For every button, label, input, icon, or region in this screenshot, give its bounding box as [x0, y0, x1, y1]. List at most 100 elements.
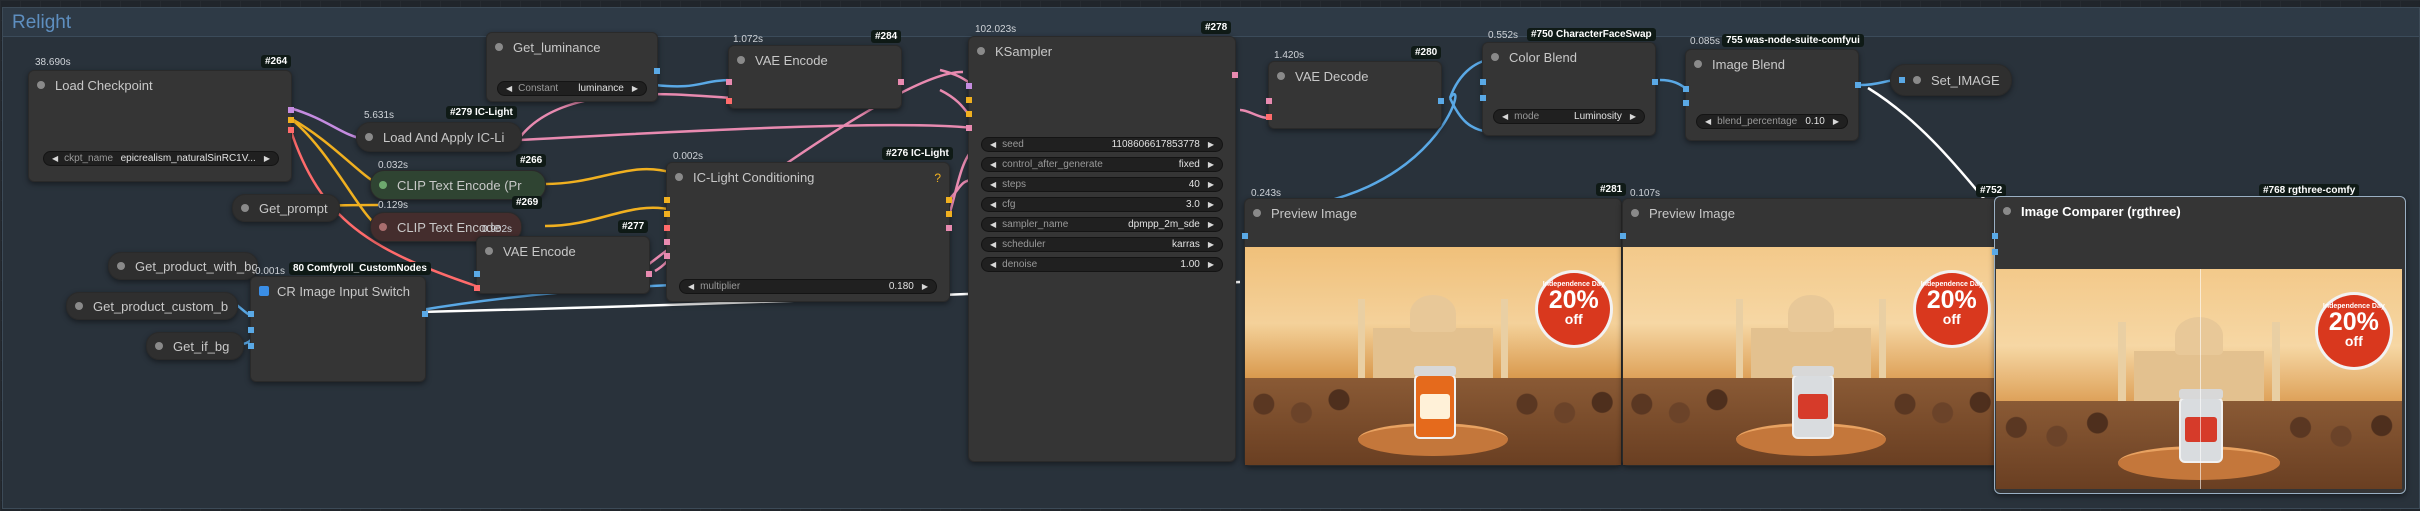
collapse-dot-icon[interactable]	[495, 43, 503, 51]
node-get-product-custom-b[interactable]: Get_product_custom_b	[66, 292, 238, 320]
arrow-left-icon[interactable]: ◀	[990, 180, 996, 189]
node-load-apply-iclight[interactable]: Load And Apply IC-Li	[356, 122, 522, 152]
collapse-dot-icon[interactable]	[1694, 60, 1702, 68]
input-port-vae[interactable]	[664, 225, 670, 231]
input-port-latent[interactable]	[966, 125, 972, 131]
output-port-negative[interactable]	[946, 211, 952, 217]
comparer-image[interactable]: Independence Day 20% off	[1996, 269, 2402, 489]
collapse-dot-icon[interactable]	[155, 342, 163, 350]
input-port-vae[interactable]	[474, 285, 480, 291]
input-port-image-a[interactable]	[1992, 233, 1998, 239]
arrow-left-icon[interactable]: ◀	[990, 220, 996, 229]
output-port-image[interactable]	[1855, 82, 1861, 88]
input-port-background[interactable]	[664, 253, 670, 259]
node-header[interactable]: VAE Encode	[477, 237, 649, 265]
collapse-dot-icon[interactable]	[379, 223, 387, 231]
input-port-image2[interactable]	[1683, 100, 1689, 106]
node-header[interactable]: Get_luminance	[487, 33, 657, 61]
checkbox-icon[interactable]	[259, 286, 269, 296]
collapse-dot-icon[interactable]	[379, 181, 387, 189]
arrow-left-icon[interactable]: ◀	[688, 282, 694, 291]
node-iclight-conditioning[interactable]: IC-Light Conditioning ? ◀ multiplier 0.180…	[664, 162, 952, 302]
input-port-model[interactable]	[966, 83, 972, 89]
arrow-right-icon[interactable]: ▶	[1208, 260, 1214, 269]
arrow-left-icon[interactable]: ◀	[990, 160, 996, 169]
arrow-right-icon[interactable]: ▶	[1208, 200, 1214, 209]
node-header[interactable]: Preview Image	[1245, 199, 1621, 227]
node-preview-image-1[interactable]: Preview Image Independence Day 20% off	[1242, 198, 1622, 466]
node-header[interactable]: Image Blend	[1686, 50, 1858, 78]
widget-multiplier[interactable]: ◀ multiplier 0.180 ▶	[679, 279, 937, 294]
node-cr-image-input-switch[interactable]: CR Image Input Switch	[248, 276, 428, 382]
arrow-right-icon[interactable]: ▶	[1208, 240, 1214, 249]
node-get-if-bg[interactable]: Get_if_bg	[146, 332, 244, 360]
arrow-left-icon[interactable]: ◀	[990, 200, 996, 209]
collapse-dot-icon[interactable]	[75, 302, 83, 310]
arrow-left-icon[interactable]: ◀	[1502, 112, 1508, 121]
widget-ckpt-name[interactable]: ◀ ckpt_name epicrealism_naturalSinRC1V... ▶	[43, 151, 279, 166]
output-port-vae[interactable]	[288, 127, 294, 133]
collapse-dot-icon[interactable]	[37, 81, 45, 89]
input-port-positive[interactable]	[664, 197, 670, 203]
input-port-images[interactable]	[1620, 233, 1626, 239]
collapse-dot-icon[interactable]	[675, 173, 683, 181]
output-port-latent[interactable]	[898, 79, 904, 85]
help-icon[interactable]: ?	[934, 171, 941, 185]
node-preview-image-2[interactable]: Preview Image Independence Day 20% off	[1620, 198, 2000, 466]
collapse-dot-icon[interactable]	[1277, 72, 1285, 80]
node-header[interactable]: VAE Encode	[729, 46, 901, 74]
widget-mode[interactable]: ◀ mode Luminosity ▶	[1493, 109, 1645, 124]
node-header[interactable]: Image Comparer (rgthree)	[1995, 197, 2405, 225]
collapse-dot-icon[interactable]	[1253, 209, 1261, 217]
node-header[interactable]: VAE Decode	[1269, 62, 1441, 90]
collapse-dot-icon[interactable]	[2003, 207, 2011, 215]
output-port-image[interactable]	[1652, 79, 1658, 85]
output-port[interactable]	[654, 68, 660, 74]
input-port-image1[interactable]	[248, 311, 254, 317]
widget-sampler-name[interactable]: ◀ sampler_name dpmpp_2m_sde ▶	[981, 217, 1223, 232]
input-port-image2[interactable]	[248, 327, 254, 333]
node-set-image[interactable]: Set_IMAGE	[1890, 64, 2012, 96]
node-vae-encode-277[interactable]: VAE Encode	[474, 236, 652, 294]
arrow-right-icon[interactable]: ▶	[1630, 112, 1636, 121]
collapse-dot-icon[interactable]	[485, 247, 493, 255]
node-image-blend[interactable]: Image Blend ◀ blend_percentage 0.10 ▶	[1683, 49, 1861, 141]
compare-divider[interactable]	[2200, 269, 2201, 489]
node-header[interactable]: Color Blend	[1483, 43, 1655, 71]
collapse-dot-icon[interactable]	[241, 204, 249, 212]
node-header[interactable]: Get_product_with_bg	[109, 253, 257, 279]
widget-control-after-generate[interactable]: ◀ control_after_generate fixed ▶	[981, 157, 1223, 172]
widget-scheduler[interactable]: ◀ scheduler karras ▶	[981, 237, 1223, 252]
arrow-right-icon[interactable]: ▶	[1208, 160, 1214, 169]
node-header[interactable]: Load Checkpoint	[29, 71, 291, 99]
arrow-left-icon[interactable]: ◀	[990, 140, 996, 149]
arrow-right-icon[interactable]: ▶	[1208, 180, 1214, 189]
input-port-foreground[interactable]	[664, 239, 670, 245]
input-port-blend[interactable]	[1480, 95, 1486, 101]
widget-seed[interactable]: ◀ seed 1108606617853778 ▶	[981, 137, 1223, 152]
node-vae-decode[interactable]: VAE Decode	[1266, 61, 1444, 129]
collapse-dot-icon[interactable]	[1913, 76, 1921, 84]
node-header[interactable]: Set_IMAGE	[1891, 65, 2011, 95]
node-vae-encode-284[interactable]: VAE Encode	[726, 45, 904, 109]
collapse-dot-icon[interactable]	[977, 47, 985, 55]
node-header[interactable]: KSampler	[969, 37, 1235, 65]
collapse-dot-icon[interactable]	[1491, 53, 1499, 61]
output-port-image[interactable]	[422, 311, 428, 317]
input-port-boolean[interactable]	[248, 343, 254, 349]
collapse-dot-icon[interactable]	[117, 262, 125, 270]
input-port-image-b[interactable]	[1992, 249, 1998, 255]
node-get-prompt[interactable]: Get_prompt	[232, 194, 340, 222]
arrow-right-icon[interactable]: ▶	[1208, 140, 1214, 149]
input-port-vae[interactable]	[1266, 114, 1272, 120]
output-port-positive[interactable]	[946, 197, 952, 203]
node-image-comparer[interactable]: Image Comparer (rgthree) Independence Da…	[1992, 196, 2406, 494]
input-port-vae[interactable]	[726, 98, 732, 104]
arrow-left-icon[interactable]: ◀	[990, 240, 996, 249]
arrow-left-icon[interactable]: ◀	[506, 84, 512, 93]
arrow-right-icon[interactable]: ▶	[922, 282, 928, 291]
input-port-negative[interactable]	[966, 111, 972, 117]
collapse-dot-icon[interactable]	[365, 133, 373, 141]
node-header[interactable]: IC-Light Conditioning	[667, 163, 949, 191]
output-port-clip[interactable]	[288, 117, 294, 123]
